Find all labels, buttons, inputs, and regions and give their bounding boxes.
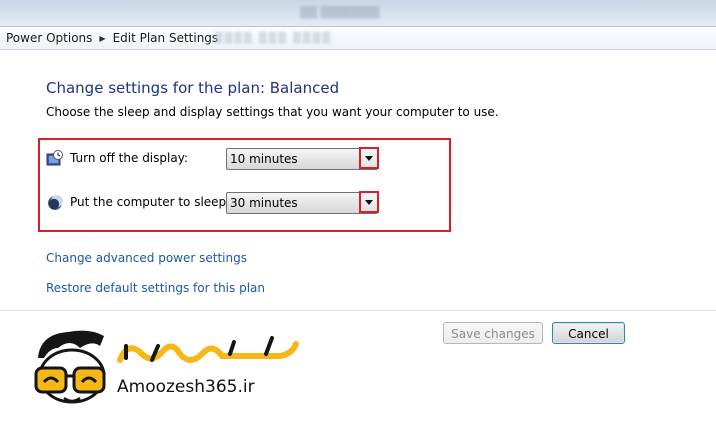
address-bar: Power Options ▶ Edit Plan Settings ▒▒▒▒ … bbox=[0, 26, 716, 50]
moon-sleep-icon bbox=[48, 195, 63, 210]
breadcrumb-item-edit-plan-settings[interactable]: Edit Plan Settings bbox=[113, 31, 219, 45]
chevron-right-icon[interactable]: ▶ bbox=[99, 34, 105, 43]
footer-divider bbox=[0, 310, 716, 311]
settings-highlight-box: Turn off the display: 10 minutes Put the… bbox=[38, 138, 451, 232]
blurred-title: ▒▒ ▒▒▒▒▒▒▒ bbox=[300, 6, 380, 19]
breadcrumb-item-power-options[interactable]: Power Options bbox=[6, 31, 92, 45]
page-title: Change settings for the plan: Balanced bbox=[46, 79, 340, 97]
setting-row-sleep: Put the computer to sleep: 30 minutes bbox=[40, 191, 449, 214]
save-changes-button[interactable]: Save changes bbox=[443, 322, 543, 344]
restore-defaults-link[interactable]: Restore default settings for this plan bbox=[46, 281, 265, 295]
display-label: Turn off the display: bbox=[70, 151, 188, 165]
sleep-timeout-select[interactable]: 30 minutes bbox=[226, 191, 379, 214]
monitor-clock-icon bbox=[46, 150, 63, 166]
page-description: Choose the sleep and display settings th… bbox=[46, 105, 499, 119]
display-timeout-value: 10 minutes bbox=[230, 152, 298, 166]
chevron-down-icon[interactable] bbox=[359, 191, 379, 213]
setting-row-display: Turn off the display: 10 minutes bbox=[40, 147, 449, 170]
logo-brand-text: Amoozesh365.ir bbox=[117, 377, 255, 397]
display-timeout-select[interactable]: 10 minutes bbox=[226, 147, 379, 170]
sleep-label: Put the computer to sleep: bbox=[70, 195, 231, 209]
blurred-toolbar: ▒▒▒▒ ▒▒▒ ▒▒▒▒ bbox=[215, 33, 332, 44]
chevron-down-icon[interactable] bbox=[359, 147, 379, 169]
breadcrumb: Power Options ▶ Edit Plan Settings bbox=[6, 31, 218, 45]
cancel-button[interactable]: Cancel bbox=[552, 322, 625, 344]
logo-image bbox=[34, 330, 299, 404]
window-title-strip: ▒▒ ▒▒▒▒▒▒▒ bbox=[0, 0, 716, 26]
sleep-timeout-value: 30 minutes bbox=[230, 196, 298, 210]
advanced-settings-link[interactable]: Change advanced power settings bbox=[46, 251, 247, 265]
